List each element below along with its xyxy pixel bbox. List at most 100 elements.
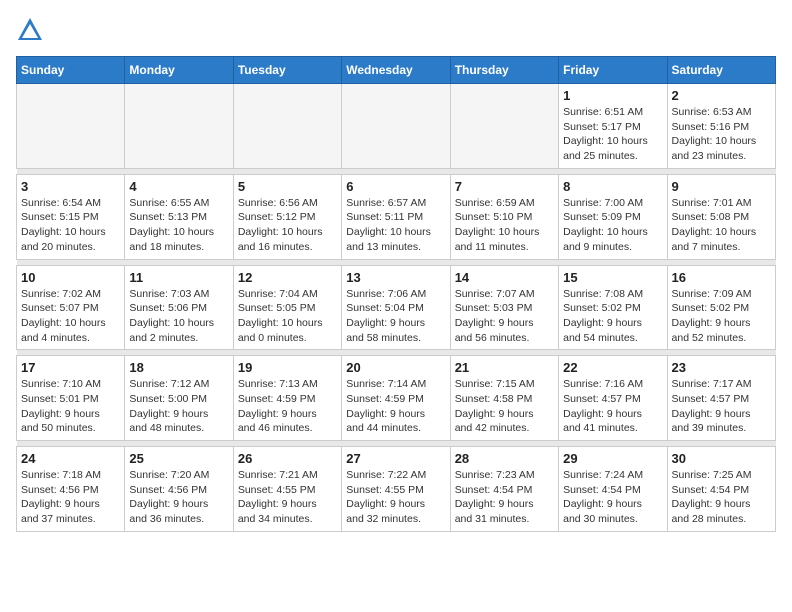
calendar-day-cell: 1Sunrise: 6:51 AM Sunset: 5:17 PM Daylig… [559,84,667,169]
calendar-day-cell: 21 Sunrise: 7:15 AM Sunset: 4:58 PM Dayli… [450,356,558,441]
day-number: 28 [455,451,554,466]
calendar-day-cell: 18 Sunrise: 7:12 AM Sunset: 5:00 PM Dayli… [125,356,233,441]
day-number: 21 [455,360,554,375]
calendar-day-cell: 5 Sunrise: 6:56 AM Sunset: 5:12 PM Daylig… [233,174,341,259]
day-info: Sunrise: 7:22 AM Sunset: 4:55 PM Dayligh… [346,468,445,527]
calendar-day-cell: 30 Sunrise: 7:25 AM Sunset: 4:54 PM Dayli… [667,447,775,532]
day-number: 8 [563,179,662,194]
day-number: 5 [238,179,337,194]
day-info: Sunrise: 7:25 AM Sunset: 4:54 PM Dayligh… [672,468,771,527]
calendar-day-cell: 19 Sunrise: 7:13 AM Sunset: 4:59 PM Dayli… [233,356,341,441]
calendar-day-cell: 6 Sunrise: 6:57 AM Sunset: 5:11 PM Daylig… [342,174,450,259]
day-info: Sunrise: 7:02 AM Sunset: 5:07 PM Dayligh… [21,287,120,346]
day-info: Sunrise: 7:01 AM Sunset: 5:08 PM Dayligh… [672,196,771,255]
logo-icon [16,16,44,44]
day-info: Sunrise: 6:55 AM Sunset: 5:13 PM Dayligh… [129,196,228,255]
day-info: Sunrise: 6:57 AM Sunset: 5:11 PM Dayligh… [346,196,445,255]
calendar-day-cell: 28 Sunrise: 7:23 AM Sunset: 4:54 PM Dayli… [450,447,558,532]
day-number: 25 [129,451,228,466]
calendar-day-cell: 26 Sunrise: 7:21 AM Sunset: 4:55 PM Dayli… [233,447,341,532]
day-of-week-header: Sunday [17,57,125,84]
day-of-week-header: Wednesday [342,57,450,84]
day-info: Sunrise: 7:24 AM Sunset: 4:54 PM Dayligh… [563,468,662,527]
day-number: 9 [672,179,771,194]
day-number: 15 [563,270,662,285]
day-number: 10 [21,270,120,285]
day-number: 19 [238,360,337,375]
calendar-day-cell: 3 Sunrise: 6:54 AM Sunset: 5:15 PM Daylig… [17,174,125,259]
calendar-table: SundayMondayTuesdayWednesdayThursdayFrid… [16,56,776,532]
day-of-week-header: Monday [125,57,233,84]
calendar-day-cell: 2 Sunrise: 6:53 AM Sunset: 5:16 PM Daylig… [667,84,775,169]
calendar-day-cell: 4 Sunrise: 6:55 AM Sunset: 5:13 PM Daylig… [125,174,233,259]
day-info: Sunrise: 7:00 AM Sunset: 5:09 PM Dayligh… [563,196,662,255]
day-number: 22 [563,360,662,375]
day-number: 4 [129,179,228,194]
calendar-day-cell [17,84,125,169]
day-info: Sunrise: 7:23 AM Sunset: 4:54 PM Dayligh… [455,468,554,527]
day-number: 26 [238,451,337,466]
day-number: 2 [672,88,771,103]
calendar-day-cell: 29 Sunrise: 7:24 AM Sunset: 4:54 PM Dayli… [559,447,667,532]
day-info: Sunrise: 7:21 AM Sunset: 4:55 PM Dayligh… [238,468,337,527]
day-number: 3 [21,179,120,194]
day-info: Sunrise: 7:08 AM Sunset: 5:02 PM Dayligh… [563,287,662,346]
day-number: 14 [455,270,554,285]
day-number: 23 [672,360,771,375]
day-info: Sunrise: 6:53 AM Sunset: 5:16 PM Dayligh… [672,105,771,164]
calendar-day-cell: 15 Sunrise: 7:08 AM Sunset: 5:02 PM Dayli… [559,265,667,350]
day-info: Sunrise: 7:20 AM Sunset: 4:56 PM Dayligh… [129,468,228,527]
day-info: Sunrise: 7:10 AM Sunset: 5:01 PM Dayligh… [21,377,120,436]
calendar-day-cell: 9 Sunrise: 7:01 AM Sunset: 5:08 PM Daylig… [667,174,775,259]
calendar-header-row: SundayMondayTuesdayWednesdayThursdayFrid… [17,57,776,84]
day-number: 11 [129,270,228,285]
calendar-day-cell: 25 Sunrise: 7:20 AM Sunset: 4:56 PM Dayli… [125,447,233,532]
day-info: Sunrise: 7:06 AM Sunset: 5:04 PM Dayligh… [346,287,445,346]
day-info: Sunrise: 6:59 AM Sunset: 5:10 PM Dayligh… [455,196,554,255]
calendar-week-row: 17Sunrise: 7:10 AM Sunset: 5:01 PM Dayli… [17,356,776,441]
day-info: Sunrise: 7:12 AM Sunset: 5:00 PM Dayligh… [129,377,228,436]
calendar-day-cell: 8 Sunrise: 7:00 AM Sunset: 5:09 PM Daylig… [559,174,667,259]
calendar-day-cell [125,84,233,169]
day-number: 13 [346,270,445,285]
day-info: Sunrise: 7:18 AM Sunset: 4:56 PM Dayligh… [21,468,120,527]
day-of-week-header: Saturday [667,57,775,84]
calendar-week-row: 3 Sunrise: 6:54 AM Sunset: 5:15 PM Daylig… [17,174,776,259]
day-info: Sunrise: 6:54 AM Sunset: 5:15 PM Dayligh… [21,196,120,255]
day-number: 6 [346,179,445,194]
day-info: Sunrise: 7:04 AM Sunset: 5:05 PM Dayligh… [238,287,337,346]
day-number: 29 [563,451,662,466]
day-info: Sunrise: 7:13 AM Sunset: 4:59 PM Dayligh… [238,377,337,436]
day-info: Sunrise: 7:07 AM Sunset: 5:03 PM Dayligh… [455,287,554,346]
day-number: 30 [672,451,771,466]
day-number: 18 [129,360,228,375]
day-info: Sunrise: 7:09 AM Sunset: 5:02 PM Dayligh… [672,287,771,346]
day-info: Sunrise: 6:56 AM Sunset: 5:12 PM Dayligh… [238,196,337,255]
day-info: Sunrise: 7:16 AM Sunset: 4:57 PM Dayligh… [563,377,662,436]
calendar-day-cell: 27Sunrise: 7:22 AM Sunset: 4:55 PM Dayli… [342,447,450,532]
day-number: 20 [346,360,445,375]
day-number: 24 [21,451,120,466]
calendar-day-cell: 23 Sunrise: 7:17 AM Sunset: 4:57 PM Dayli… [667,356,775,441]
calendar-day-cell: 24 Sunrise: 7:18 AM Sunset: 4:56 PM Dayli… [17,447,125,532]
day-info: Sunrise: 7:15 AM Sunset: 4:58 PM Dayligh… [455,377,554,436]
calendar-week-row: 24 Sunrise: 7:18 AM Sunset: 4:56 PM Dayli… [17,447,776,532]
day-number: 1 [563,88,662,103]
day-info: Sunrise: 7:03 AM Sunset: 5:06 PM Dayligh… [129,287,228,346]
calendar-week-row: 1Sunrise: 6:51 AM Sunset: 5:17 PM Daylig… [17,84,776,169]
calendar-day-cell: 13 Sunrise: 7:06 AM Sunset: 5:04 PM Dayli… [342,265,450,350]
logo [16,16,48,44]
calendar-week-row: 10 Sunrise: 7:02 AM Sunset: 5:07 PM Dayli… [17,265,776,350]
day-info: Sunrise: 7:17 AM Sunset: 4:57 PM Dayligh… [672,377,771,436]
calendar-day-cell: 16 Sunrise: 7:09 AM Sunset: 5:02 PM Dayli… [667,265,775,350]
day-number: 12 [238,270,337,285]
calendar-day-cell: 11 Sunrise: 7:03 AM Sunset: 5:06 PM Dayli… [125,265,233,350]
calendar-day-cell [342,84,450,169]
day-of-week-header: Thursday [450,57,558,84]
day-number: 16 [672,270,771,285]
calendar-day-cell: 14 Sunrise: 7:07 AM Sunset: 5:03 PM Dayli… [450,265,558,350]
calendar-day-cell: 7Sunrise: 6:59 AM Sunset: 5:10 PM Daylig… [450,174,558,259]
day-info: Sunrise: 7:14 AM Sunset: 4:59 PM Dayligh… [346,377,445,436]
calendar-day-cell: 20 Sunrise: 7:14 AM Sunset: 4:59 PM Dayli… [342,356,450,441]
day-of-week-header: Friday [559,57,667,84]
